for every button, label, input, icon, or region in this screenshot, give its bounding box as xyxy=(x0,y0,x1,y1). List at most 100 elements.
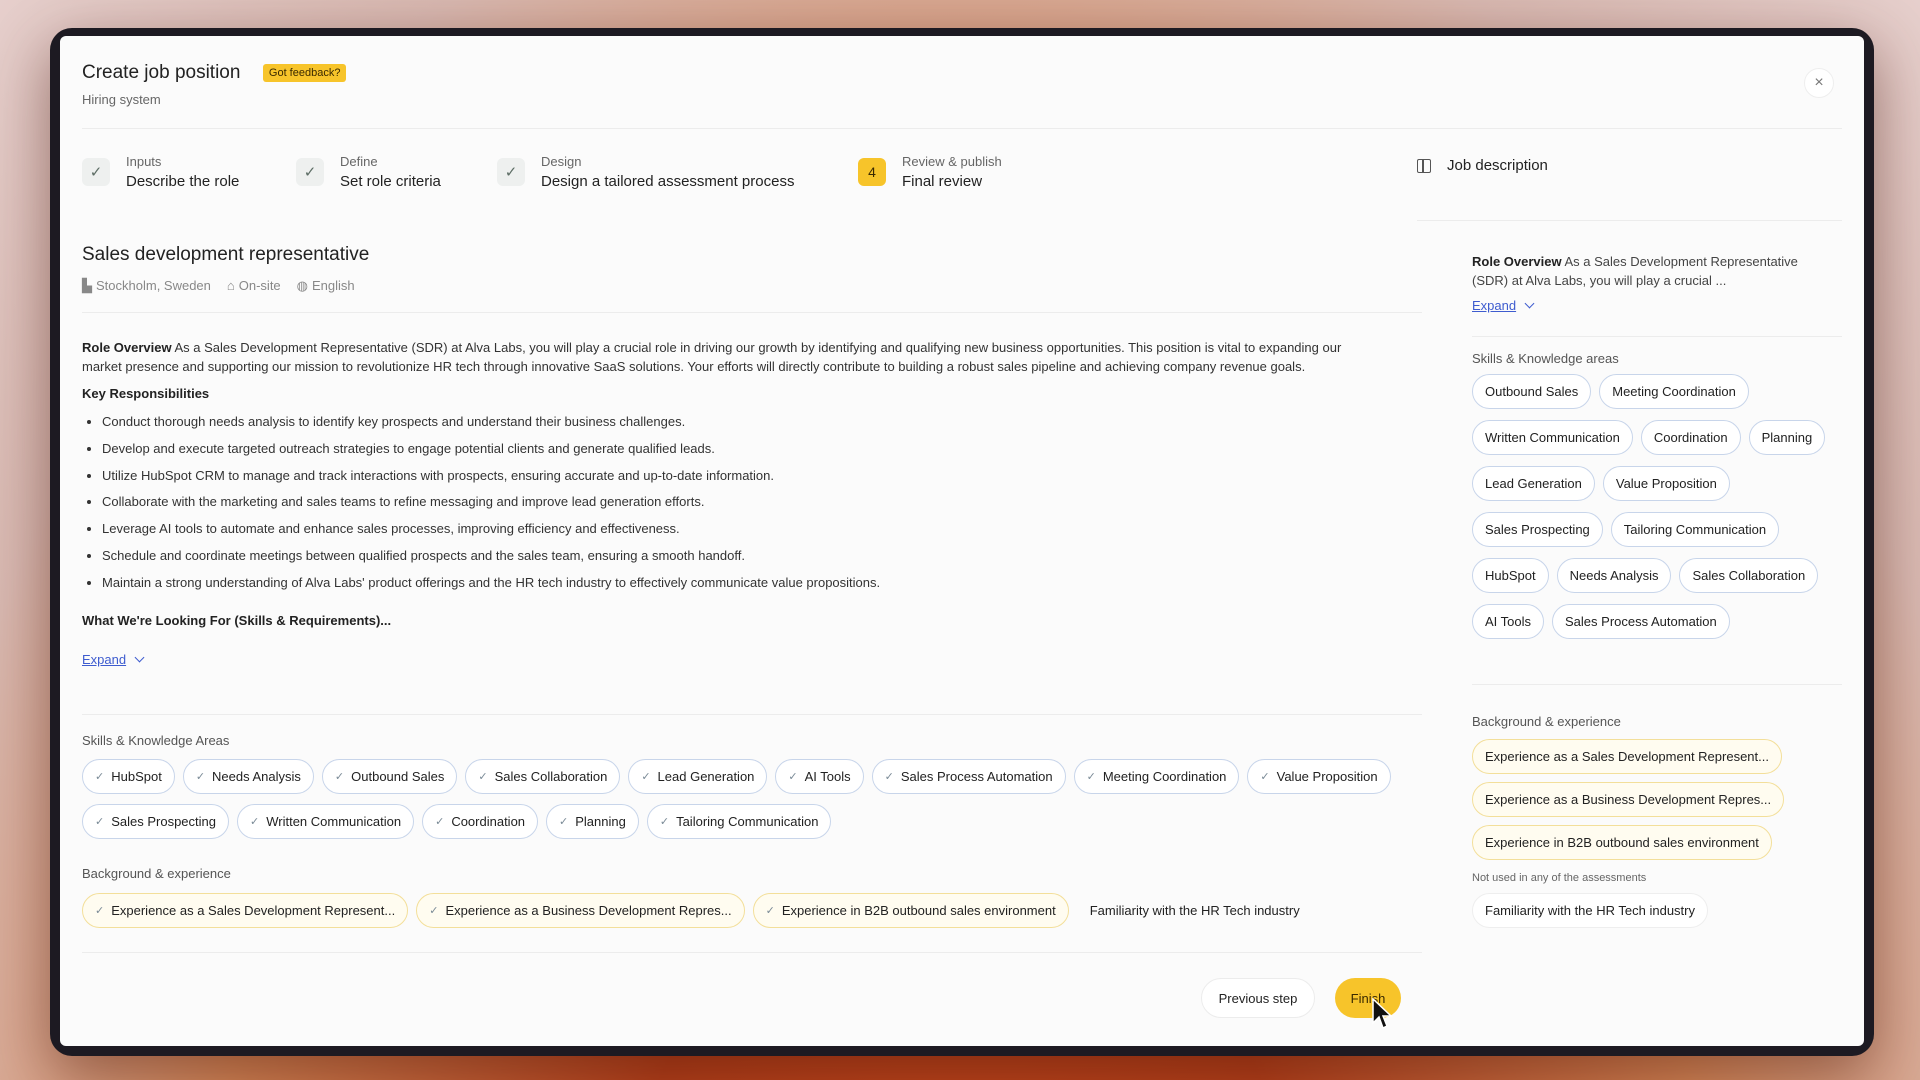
modal-subtitle: Hiring system xyxy=(82,92,161,107)
skill-chip-label: AI Tools xyxy=(804,769,851,784)
skill-chip[interactable]: ✓ HubSpot xyxy=(82,759,175,794)
experience-chip-label: Experience as a Business Development Rep… xyxy=(445,903,732,918)
skill-chip[interactable]: ✓ Needs Analysis xyxy=(182,759,314,794)
chevron-down-icon[interactable] xyxy=(1524,298,1535,309)
check-icon: ✓ xyxy=(95,771,105,783)
job-meta: ▙ Stockholm, Sweden ⌂ On-site ◍ English xyxy=(82,278,1422,294)
experience-chip[interactable]: ✓ Experience as a Sales Development Repre… xyxy=(82,893,409,928)
skill-chip[interactable]: ✓ Value Proposition xyxy=(1247,759,1391,794)
list-item: Schedule and coordinate meetings between… xyxy=(102,543,1362,570)
jd-skill-chip[interactable]: HubSpot xyxy=(1472,558,1549,593)
jd-expand-link[interactable]: Expand xyxy=(1472,298,1516,313)
divider xyxy=(1472,684,1842,685)
skill-chip-label: Sales Process Automation xyxy=(900,769,1053,784)
jd-skill-chip[interactable]: Value Proposition xyxy=(1602,466,1730,501)
skills-label: Skills & Knowledge Areas xyxy=(82,733,230,748)
feedback-badge[interactable]: Got feedback? xyxy=(262,64,347,82)
skill-chip[interactable]: ✓ Sales Collaboration xyxy=(465,759,621,794)
jd-experience-chip[interactable]: Experience in B2B outbound sales environ… xyxy=(1472,825,1772,860)
jd-skills-chip-list: Outbound Sales Meeting Coordination Writ… xyxy=(1472,374,1842,639)
work-mode-text: On-site xyxy=(238,278,281,293)
jd-background-label: Background & experience xyxy=(1472,714,1621,729)
divider xyxy=(1417,220,1842,221)
step-inputs[interactable]: ✓ Inputs Describe the role xyxy=(82,154,239,190)
experience-chip-unselected[interactable]: Familiarity with the HR Tech industry xyxy=(1077,893,1313,928)
jd-skill-chip[interactable]: Coordination xyxy=(1640,420,1741,455)
check-icon: ✓ xyxy=(788,771,798,783)
skill-chip-label: Outbound Sales xyxy=(351,769,445,784)
step-label: Define xyxy=(340,154,378,169)
modal-title: Create job position xyxy=(82,62,241,83)
list-item: Maintain a strong understanding of Alva … xyxy=(102,570,1362,597)
skill-chip[interactable]: ✓ Outbound Sales xyxy=(321,759,458,794)
jd-experience-chip[interactable]: Experience as a Business Development Rep… xyxy=(1472,782,1785,817)
step-number-badge: 4 xyxy=(858,158,886,186)
jd-skill-chip[interactable]: Lead Generation xyxy=(1472,466,1595,501)
modal-screen: Create job position Got feedback? Hiring… xyxy=(60,36,1864,1046)
jd-experience-chip[interactable]: Experience as a Sales Development Repres… xyxy=(1472,739,1782,774)
panel-icon xyxy=(1417,158,1431,173)
check-icon: ✓ xyxy=(1086,771,1096,783)
role-overview-text: As a Sales Development Representative (S… xyxy=(82,340,1342,374)
close-icon[interactable]: × xyxy=(1804,68,1834,98)
check-icon: ✓ xyxy=(765,905,775,917)
skill-chip-label: Tailoring Communication xyxy=(676,814,819,829)
mouse-cursor-icon xyxy=(1372,997,1393,1030)
modal-header: Create job position Got feedback? Hiring… xyxy=(82,62,347,107)
chevron-down-icon[interactable] xyxy=(134,652,145,663)
step-define[interactable]: ✓ Define Set role criteria xyxy=(296,154,441,190)
step-design[interactable]: ✓ Design Design a tailored assessment pro… xyxy=(497,154,794,190)
jd-skill-chip[interactable]: Planning xyxy=(1748,420,1826,455)
skill-chip[interactable]: ✓ Tailoring Communication xyxy=(646,804,832,839)
responsibilities-label: Key Responsibilities xyxy=(82,386,210,401)
check-icon: ✓ xyxy=(497,158,525,186)
jd-unused-chip[interactable]: Familiarity with the HR Tech industry xyxy=(1472,893,1708,928)
jd-skill-chip[interactable]: Sales Prospecting xyxy=(1472,512,1603,547)
job-title: Sales development representative xyxy=(82,244,370,265)
skill-chip[interactable]: ✓ Written Communication xyxy=(237,804,415,839)
step-label: Inputs xyxy=(126,154,162,169)
skill-chip-label: Planning xyxy=(575,814,626,829)
job-description-header: Job description xyxy=(1417,157,1548,174)
jd-skill-chip[interactable]: Meeting Coordination xyxy=(1599,374,1749,409)
skill-chip-label: Coordination xyxy=(451,814,526,829)
list-item: Collaborate with the marketing and sales… xyxy=(102,489,1362,516)
responsibilities-list: Conduct thorough needs analysis to ident… xyxy=(82,409,1362,597)
jd-skill-chip[interactable]: Sales Collaboration xyxy=(1679,558,1819,593)
jd-skill-chip[interactable]: Written Communication xyxy=(1472,420,1633,455)
skill-chip[interactable]: ✓ Planning xyxy=(546,804,639,839)
skill-chip[interactable]: ✓ Lead Generation xyxy=(628,759,768,794)
expand-link[interactable]: Expand xyxy=(82,652,126,667)
job-description-body: Role Overview As a Sales Development Rep… xyxy=(82,338,1362,669)
skill-chip-label: Lead Generation xyxy=(657,769,755,784)
skill-chip[interactable]: ✓ Meeting Coordination xyxy=(1073,759,1240,794)
previous-step-button[interactable]: Previous step xyxy=(1201,978,1315,1018)
language-meta: ◍ English xyxy=(297,278,355,294)
step-label: Review & publish xyxy=(902,154,1002,169)
skill-chip[interactable]: ✓ Sales Prospecting xyxy=(82,804,229,839)
list-item: Utilize HubSpot CRM to manage and track … xyxy=(102,463,1362,490)
jd-overview-label: Role Overview xyxy=(1472,254,1562,269)
step-title: Final review xyxy=(902,173,983,190)
jd-skill-chip[interactable]: Outbound Sales xyxy=(1472,374,1592,409)
experience-chip[interactable]: ✓ Experience as a Business Development Re… xyxy=(416,893,745,928)
skill-chip-label: Sales Collaboration xyxy=(494,769,608,784)
jd-skill-chip[interactable]: Sales Process Automation xyxy=(1552,604,1730,639)
experience-chip-label: Experience in B2B outbound sales environ… xyxy=(781,903,1056,918)
not-used-label: Not used in any of the assessments xyxy=(1472,872,1647,884)
step-review[interactable]: 4 Review & publish Final review xyxy=(858,154,1002,190)
jd-skill-chip[interactable]: AI Tools xyxy=(1472,604,1545,639)
list-item: Conduct thorough needs analysis to ident… xyxy=(102,409,1362,436)
job-description-title: Job description xyxy=(1447,157,1548,174)
background-label: Background & experience xyxy=(82,866,231,881)
skill-chip[interactable]: ✓ Coordination xyxy=(422,804,539,839)
experience-chip[interactable]: ✓ Experience in B2B outbound sales enviro… xyxy=(752,893,1069,928)
check-icon: ✓ xyxy=(82,158,110,186)
job-summary: Sales development representative ▙ Stockh… xyxy=(82,244,1422,294)
skill-chip[interactable]: ✓ Sales Process Automation xyxy=(871,759,1066,794)
skill-chip-label: Written Communication xyxy=(266,814,402,829)
check-icon: ✓ xyxy=(195,771,206,783)
jd-skill-chip[interactable]: Tailoring Communication xyxy=(1610,512,1780,547)
skill-chip[interactable]: ✓ AI Tools xyxy=(775,759,864,794)
jd-skill-chip[interactable]: Needs Analysis xyxy=(1556,558,1672,593)
